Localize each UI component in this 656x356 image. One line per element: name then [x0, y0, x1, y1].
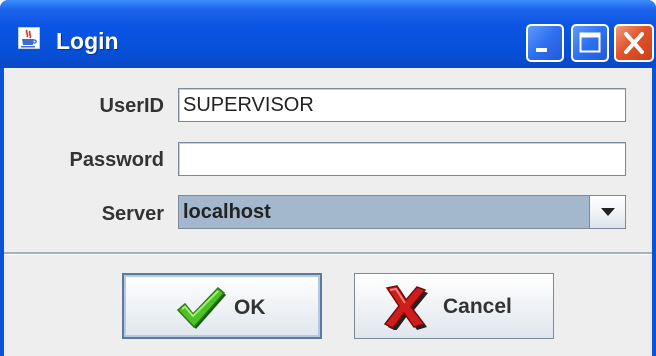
green-checkmark-icon: [176, 286, 226, 329]
window-title: Login: [56, 28, 119, 54]
close-icon: [624, 32, 644, 54]
red-x-icon: [383, 285, 428, 330]
maximize-icon: [579, 32, 601, 53]
chevron-down-icon: [601, 208, 615, 216]
server-label: Server: [101, 203, 164, 225]
password-label: Password: [69, 149, 164, 171]
separator: [4, 252, 652, 255]
password-input[interactable]: [178, 142, 626, 176]
server-combobox[interactable]: localhost: [178, 195, 626, 229]
userid-input[interactable]: [178, 88, 626, 122]
maximize-button[interactable]: [571, 24, 609, 62]
login-window: Login UserID Password Server localhost: [0, 0, 656, 356]
userid-label: UserID: [99, 95, 164, 117]
java-cup-icon: [18, 27, 40, 49]
dialog-body: UserID Password Server localhost OK: [4, 68, 652, 356]
minimize-icon: [536, 48, 547, 52]
close-button[interactable]: [614, 24, 654, 62]
minimize-button[interactable]: [526, 24, 564, 62]
ok-button[interactable]: OK: [122, 273, 322, 339]
server-selected-value: localhost: [183, 201, 271, 223]
title-bar[interactable]: Login: [0, 0, 656, 68]
ok-button-label: OK: [234, 296, 266, 319]
cancel-button-label: Cancel: [443, 295, 512, 318]
cancel-button[interactable]: Cancel: [354, 273, 554, 339]
server-dropdown-button[interactable]: [589, 196, 625, 228]
